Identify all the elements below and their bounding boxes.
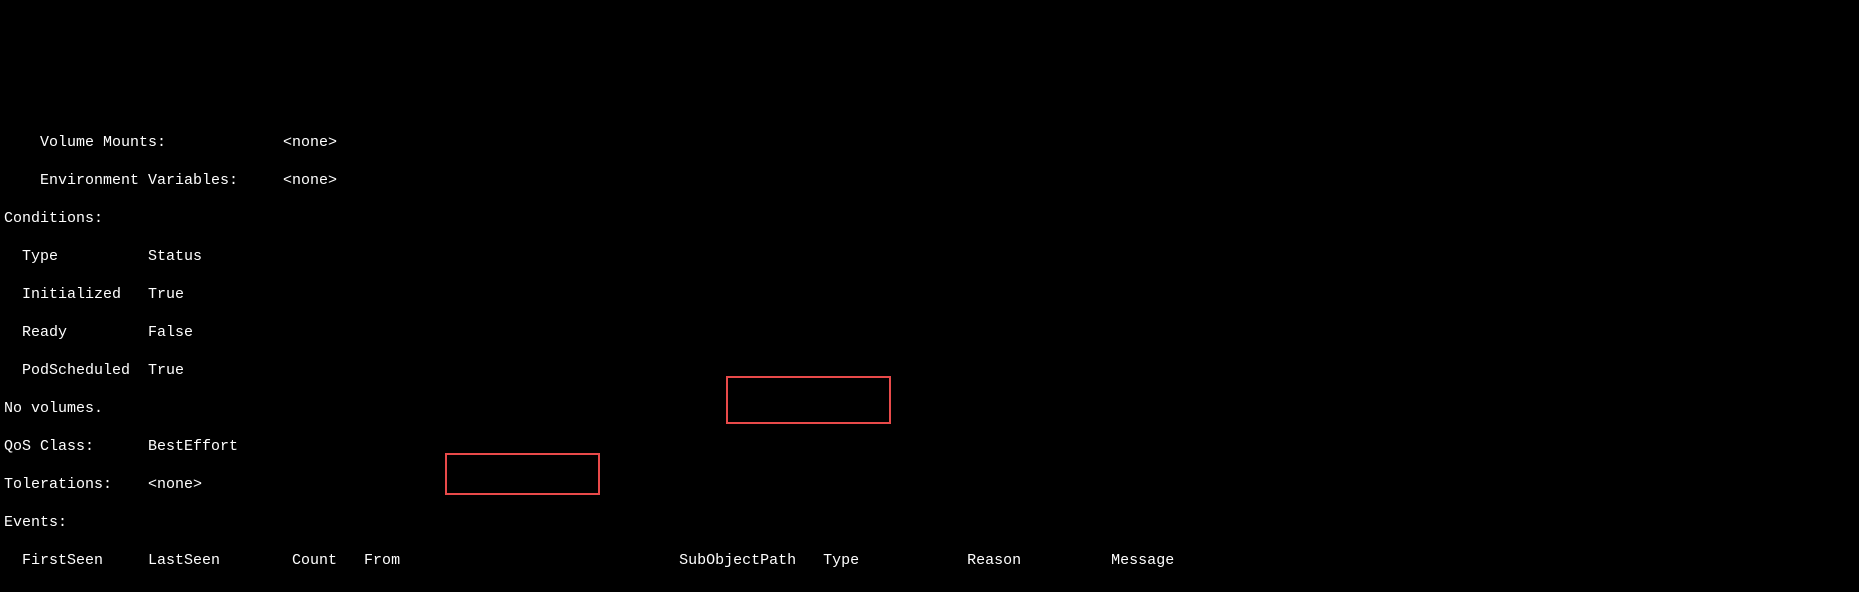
qos-line: QoS Class: BestEffort [4,437,1855,456]
conditions-label: Conditions: [4,209,1855,228]
conditions-header: Type Status [4,247,1855,266]
env-vars-line: Environment Variables: <none> [4,171,1855,190]
events-header: FirstSeen LastSeen Count From SubObjectP… [4,551,1855,570]
events-header-separator: --------- -------- ----- ---- ----------… [4,589,1855,592]
volumes-line: No volumes. [4,399,1855,418]
highlight-pause-image-1 [726,376,891,424]
volume-mounts-line: Volume Mounts: <none> [4,133,1855,152]
terminal-output: Volume Mounts: <none> Environment Variab… [0,95,1859,592]
condition-ready: Ready False [4,323,1855,342]
tolerations-line: Tolerations: <none> [4,475,1855,494]
condition-podscheduled: PodScheduled True [4,361,1855,380]
highlight-pause-image-2 [445,453,600,495]
condition-initialized: Initialized True [4,285,1855,304]
events-label: Events: [4,513,1855,532]
